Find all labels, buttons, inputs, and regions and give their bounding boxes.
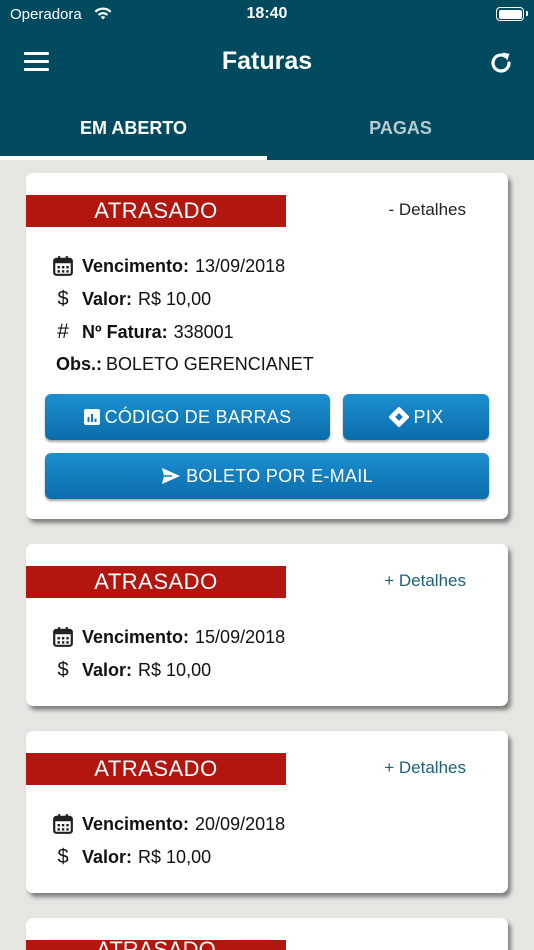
due-date-row: Vencimento: 15/09/2018 [52,624,285,650]
due-date-value: 20/09/2018 [195,813,286,834]
barcode-icon [83,409,100,425]
hash-icon: # [57,320,69,343]
invoice-number-value: 338001 [173,321,234,342]
amount-row: $ Valor: R$ 10,00 [52,657,211,683]
due-date-label: Vencimento: [82,813,190,834]
status-bar: Operadora 18:40 [0,0,534,28]
calendar-icon [53,814,73,834]
dollar-icon: $ [57,658,69,681]
calendar-icon [53,627,73,647]
details-toggle-link[interactable]: + Detalhes [384,758,466,778]
details-toggle-link[interactable]: + Detalhes [384,571,466,591]
pix-button[interactable]: PIX [343,394,489,440]
barcode-button-label: CÓDIGO DE BARRAS [104,406,292,427]
details-toggle-link[interactable]: - Detalhes [389,200,466,220]
status-badge: ATRASADO [26,753,286,785]
dollar-icon: $ [57,845,69,868]
amount-row: $ Valor: R$ 10,00 [52,286,211,312]
amount-value: R$ 10,00 [138,288,212,309]
status-badge: ATRASADO [26,566,286,598]
due-date-value: 13/09/2018 [195,255,286,276]
amount-row: $ Valor: R$ 10,00 [52,844,211,870]
active-tab-indicator [0,156,267,160]
notes-value: BOLETO GERENCIANET [106,353,314,374]
due-date-label: Vencimento: [82,626,190,647]
amount-value: R$ 10,00 [138,846,212,867]
invoice-card: ATRASADO - Detalhes Vencimento: 13/09/20… [26,173,508,519]
status-badge: ATRASADO [26,195,286,227]
tab-em-aberto[interactable]: EM ABERTO [0,100,267,160]
send-icon [162,468,181,484]
email-boleto-button[interactable]: BOLETO POR E-MAIL [45,453,489,499]
due-date-row: Vencimento: 20/09/2018 [52,811,285,837]
notes-row: Obs.: BOLETO GERENCIANET [56,351,314,377]
amount-label: Valor: [82,846,133,867]
tab-pagas[interactable]: PAGAS [267,100,534,160]
pix-button-label: PIX [413,406,444,427]
pix-icon [388,407,409,427]
status-badge: ATRASADO [26,940,286,950]
notes-label: Obs.: [56,353,103,374]
invoice-card: ATRASADO + Detalhes Vencimento: 20/09/20… [26,731,508,893]
amount-value: R$ 10,00 [138,659,212,680]
status-time: 18:40 [246,5,288,22]
app-header: Operadora 18:40 Faturas EM ABERTO PAGAS [0,0,534,160]
due-date-value: 15/09/2018 [195,626,286,647]
refresh-icon[interactable] [488,50,514,76]
due-date-label: Vencimento: [82,255,190,276]
status-badge-text: ATRASADO [26,940,286,950]
tab-bar: EM ABERTO PAGAS [0,100,534,160]
due-date-row: Vencimento: 13/09/2018 [52,253,285,279]
calendar-icon [53,256,73,276]
invoice-number-row: # Nº Fatura: 338001 [52,319,234,345]
email-boleto-button-label: BOLETO POR E-MAIL [186,465,373,486]
barcode-button[interactable]: CÓDIGO DE BARRAS [45,394,330,440]
battery-icon [496,7,528,21]
amount-label: Valor: [82,288,133,309]
page-title: Faturas [221,47,313,75]
invoice-card: ATRASADO + Detalhes Vencimento: 15/09/20… [26,544,508,706]
invoice-number-label: Nº Fatura: [82,321,168,342]
dollar-icon: $ [57,287,69,310]
amount-label: Valor: [82,659,133,680]
